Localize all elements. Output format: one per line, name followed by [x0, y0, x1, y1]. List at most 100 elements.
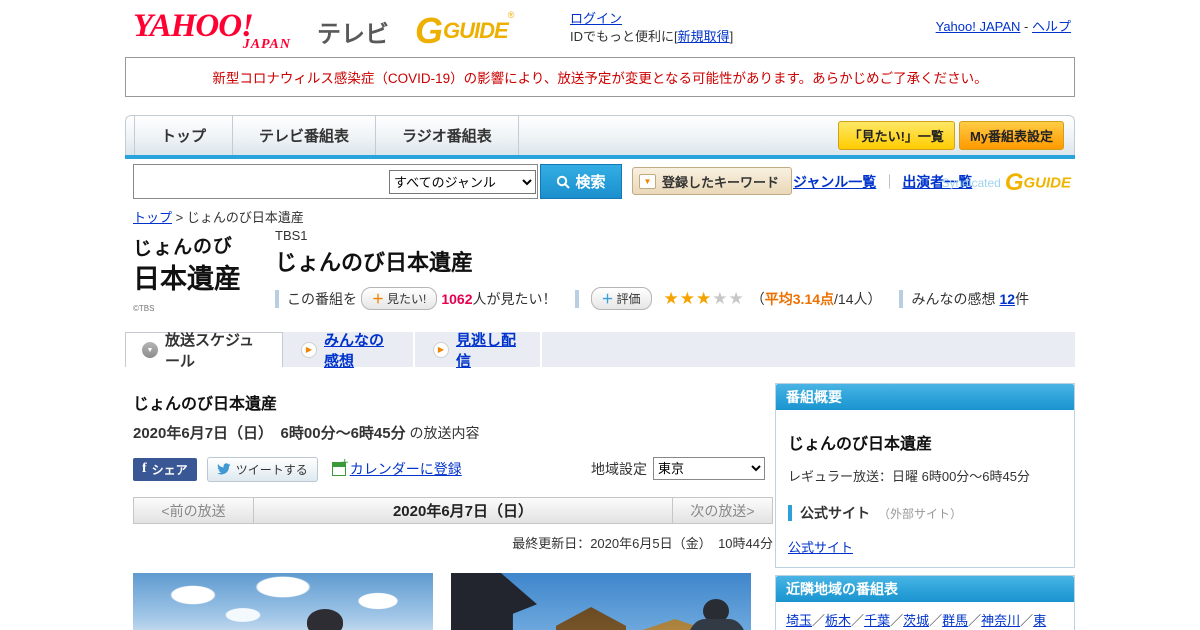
search-links-separator: ｜: [882, 174, 897, 190]
region-separator: ／: [851, 613, 865, 628]
tweet-label: ツイートする: [235, 462, 308, 477]
program-logo-line1: じょんのび: [132, 235, 234, 261]
impressions-count-link[interactable]: 12: [999, 291, 1015, 307]
photo-person: [285, 609, 363, 630]
rate-button-label: 評価: [616, 292, 641, 306]
program-logo-copyright: ©TBS: [133, 304, 155, 313]
broadcast-date-suffix: の放送内容: [405, 425, 480, 441]
chevron-down-icon: ▼: [639, 173, 656, 189]
mitai-count: 1062: [441, 290, 473, 307]
nav-tab-tv-label: テレビ番組表: [259, 128, 350, 145]
syndicated-label: Syndicated: [941, 176, 1001, 191]
search-row: すべてのジャンル 検索 ▼ 登録したキーワード ジャンル一覧｜出演者一覧 Syn…: [125, 163, 1075, 201]
help-link[interactable]: ヘルプ: [1032, 19, 1071, 34]
tweet-button[interactable]: ツイートする: [206, 456, 318, 482]
mitai-button-label: 見たい!: [387, 292, 427, 306]
broadcast-datetime: 2020年6月7日（日） 6時00分～6時45分: [133, 425, 406, 442]
region-link-tokyo[interactable]: 東: [1033, 613, 1046, 628]
region-select[interactable]: 東京: [653, 457, 765, 480]
calendar-register-link[interactable]: カレンダーに登録: [350, 459, 462, 479]
region-link-saitama[interactable]: 埼玉: [786, 613, 812, 628]
program-stats-row: この番組を ＋見たい! 1062 人が見たい！ ＋評価 ★★★★★ （平均3.1…: [275, 287, 1073, 310]
gguide-small-g: G: [1004, 169, 1024, 196]
episode-photo-festival: [451, 573, 751, 630]
yahoo-japan-link[interactable]: Yahoo! JAPAN: [936, 19, 1021, 34]
mitai-list-button[interactable]: 「見たい!」一覧: [837, 121, 955, 150]
photo-building: [451, 573, 537, 630]
rating-average: 平均3.14点: [764, 290, 835, 307]
search-button[interactable]: 検索: [540, 164, 622, 199]
tab-impressions[interactable]: ▶ みんなの感想: [285, 332, 415, 370]
top-right-links: Yahoo! JAPAN - ヘルプ: [936, 16, 1071, 35]
syndicated-gguide: Syndicated GGUIDE: [941, 169, 1071, 197]
tab-impressions-label[interactable]: みんなの感想: [324, 329, 397, 371]
rate-button[interactable]: ＋評価: [590, 287, 652, 310]
login-block: ログイン IDでもっと便利に[新規取得]: [570, 10, 733, 46]
gguide-rest: GUIDE: [443, 18, 509, 43]
tab-catchup-label[interactable]: 見逃し配信: [456, 329, 524, 371]
chevron-glyph: ▼: [643, 176, 652, 186]
nav-tab-radio-schedule[interactable]: ラジオ番組表: [376, 116, 519, 155]
yahoo-japan-logo[interactable]: YAHOO! JAPAN: [133, 8, 313, 52]
login-note-post: ]: [729, 29, 734, 44]
program-header: じょんのび 日本遺産 ©TBS TBS1 じょんのび日本遺産 この番組を ＋見た…: [132, 228, 1073, 313]
region-link-kanagawa[interactable]: 神奈川: [981, 613, 1020, 628]
region-separator: ／: [968, 613, 982, 628]
nav-tab-top[interactable]: トップ: [134, 116, 234, 155]
region-link-ibaraki[interactable]: 茨城: [903, 613, 929, 628]
previous-broadcast-button[interactable]: <前の放送: [134, 498, 254, 523]
yahoo-japan-text: JAPAN: [242, 37, 291, 52]
program-logo-line2: 日本遺産: [133, 264, 241, 294]
nearby-regions-links: 埼玉／栃木／千葉／茨城／群馬／神奈川／東: [776, 602, 1074, 630]
photo-person-head: [307, 609, 343, 630]
mitai-button[interactable]: ＋見たい!: [361, 287, 438, 310]
photo-person: [685, 599, 749, 630]
gguide-logo: GGUIDE®: [415, 10, 514, 52]
program-info: TBS1 じょんのび日本遺産 この番組を ＋見たい! 1062 人が見たい！ ＋…: [275, 228, 1073, 310]
nearby-regions-header: 近隣地域の番組表: [776, 576, 1074, 602]
play-circle-icon: ▶: [301, 341, 317, 358]
region-link-tochigi[interactable]: 栃木: [825, 613, 851, 628]
divider-bar: [574, 289, 579, 308]
region-label: 地域設定: [591, 460, 647, 477]
signup-link[interactable]: 新規取得: [678, 29, 730, 44]
overview-body: じょんのび日本遺産 レギュラー放送：日曜 6時00分～6時45分 公式サイト （…: [776, 410, 1074, 571]
search-button-label: 検索: [575, 174, 606, 191]
my-schedule-settings-button[interactable]: My番組表設定: [958, 121, 1064, 150]
photo-clouds: [133, 573, 433, 630]
region-link-chiba[interactable]: 千葉: [864, 613, 890, 628]
breadcrumb-home-link[interactable]: トップ: [133, 210, 172, 225]
twitter-bird-icon: [216, 463, 231, 475]
play-glyph: ▶: [305, 345, 313, 354]
nav-tab-top-label: トップ: [161, 128, 207, 145]
login-note-pre: IDでもっと便利に[: [570, 29, 678, 44]
region-link-gunma[interactable]: 群馬: [942, 613, 968, 628]
nav-strip: トップ テレビ番組表 ラジオ番組表 「見たい!」一覧 My番組表設定: [125, 115, 1075, 155]
nav-tab-tv-schedule[interactable]: テレビ番組表: [233, 116, 377, 155]
top-header: YAHOO! JAPAN テレビ GGUIDE® ログイン IDでもっと便利に[…: [125, 6, 1075, 52]
genre-list-link[interactable]: ジャンル一覧: [793, 174, 876, 190]
next-broadcast-button[interactable]: 次の放送>: [672, 498, 772, 523]
tab-catchup[interactable]: ▶ 見逃し配信: [417, 332, 542, 370]
region-separator: ／: [1020, 613, 1034, 628]
registered-keywords-button[interactable]: ▼ 登録したキーワード: [632, 167, 793, 195]
calendar-register: カレンダーに登録: [331, 457, 462, 479]
genre-select[interactable]: すべてのジャンル: [389, 170, 536, 194]
mitai-pre-text: この番組を: [287, 290, 357, 307]
play-glyph: ▶: [437, 345, 445, 354]
facebook-share-button[interactable]: f シェア: [133, 457, 197, 481]
play-circle-icon: ▶: [433, 341, 449, 358]
login-link[interactable]: ログイン: [570, 11, 622, 26]
main-content: じょんのび日本遺産 2020年6月7日（日） 6時00分～6時45分 の放送内容…: [133, 390, 773, 552]
official-site-link[interactable]: 公式サイト: [788, 537, 853, 556]
divider-bar: [275, 289, 279, 308]
breadcrumb-separator: >: [172, 210, 187, 225]
broadcast-date-line: 2020年6月7日（日） 6時00分～6時45分 の放送内容: [133, 422, 765, 443]
region-separator: ／: [929, 613, 943, 628]
content-tab-strip: ▼ 放送スケジュール ▶ みんなの感想 ▶ 見逃し配信: [125, 332, 1075, 370]
last-updated: 最終更新日：2020年6月5日（金） 10時44分: [512, 536, 773, 551]
stars-empty: ★★: [712, 288, 745, 308]
photo-person-body: [687, 619, 747, 630]
tab-broadcast-schedule[interactable]: ▼ 放送スケジュール: [125, 332, 283, 370]
calendar-icon: [331, 457, 349, 476]
